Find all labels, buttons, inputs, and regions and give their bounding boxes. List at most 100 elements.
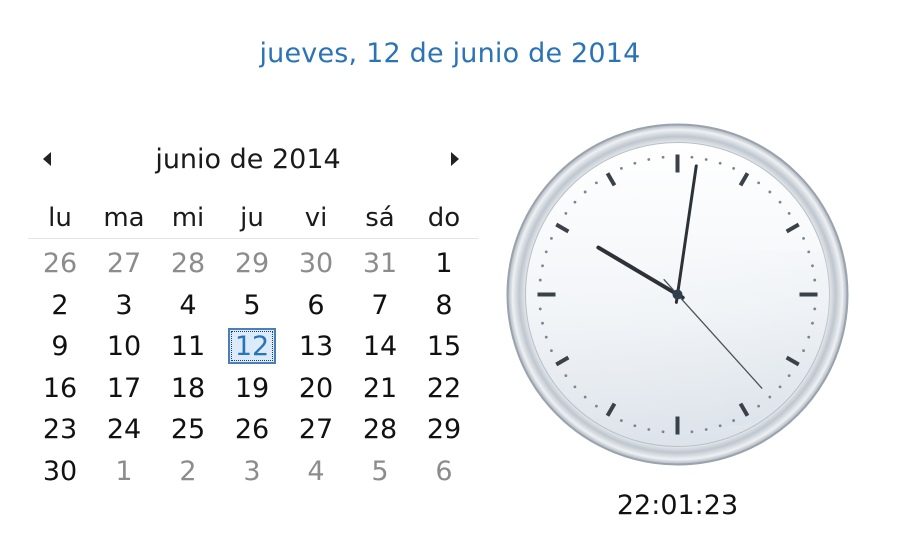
minute-dot xyxy=(732,419,736,422)
minute-dot xyxy=(647,428,651,431)
weekday-label: lu xyxy=(48,203,72,233)
minute-dot xyxy=(757,181,761,185)
weekday-label: ju xyxy=(240,203,264,233)
calendar-day[interactable]: 8 xyxy=(412,285,476,327)
calendar-day[interactable]: 22 xyxy=(412,368,476,410)
calendar-day[interactable]: 29 xyxy=(220,243,284,285)
month-calendar: junio de 2014 lu ma mi ju vi sá do 26 27 28 29 30 3… xyxy=(28,140,478,492)
calendar-day[interactable]: 3 xyxy=(92,285,156,327)
minute-dot xyxy=(811,321,814,325)
calendar-day[interactable]: 1 xyxy=(92,451,156,493)
calendar-day[interactable]: 28 xyxy=(348,409,412,451)
calendar-week-row: 23 24 25 26 27 28 29 xyxy=(28,409,478,451)
calendar-day[interactable]: 30 xyxy=(28,451,92,493)
minute-dot xyxy=(807,250,811,254)
calendar-day[interactable]: 13 xyxy=(284,326,348,368)
month-title[interactable]: junio de 2014 xyxy=(28,144,468,175)
calendar-day[interactable]: 21 xyxy=(348,368,412,410)
calendar-day[interactable]: 16 xyxy=(28,368,92,410)
calendar-day[interactable]: 15 xyxy=(412,326,476,368)
calendar-day[interactable]: 31 xyxy=(348,243,412,285)
calendar-day[interactable]: 19 xyxy=(220,368,284,410)
minute-dot xyxy=(787,374,791,378)
calendar-week-row: 30 1 2 3 4 5 6 xyxy=(28,451,478,493)
digital-time: 22:01:23 xyxy=(616,490,739,521)
calendar-day[interactable]: 2 xyxy=(28,285,92,327)
calendar-day[interactable]: 20 xyxy=(284,368,348,410)
minute-dot xyxy=(661,155,665,159)
minute-dot xyxy=(757,404,761,408)
clock-face xyxy=(506,123,849,466)
calendar-day[interactable]: 23 xyxy=(28,409,92,451)
minute-dot xyxy=(633,424,637,428)
minute-dot xyxy=(718,424,722,428)
weekday-header-row: lu ma mi ju vi sá do xyxy=(28,198,478,239)
minute-dot xyxy=(619,167,623,170)
calendar-day[interactable]: 26 xyxy=(220,409,284,451)
minute-dot xyxy=(813,278,817,282)
calendar-day[interactable]: 25 xyxy=(156,409,220,451)
calendar-day[interactable]: 4 xyxy=(284,451,348,493)
calendar-day-today[interactable]: 12 xyxy=(220,326,284,368)
calendar-day[interactable]: 10 xyxy=(92,326,156,368)
calendar-day[interactable]: 9 xyxy=(28,326,92,368)
calendar-day[interactable]: 7 xyxy=(348,285,412,327)
minute-dot xyxy=(732,167,736,170)
calendar-day[interactable]: 5 xyxy=(348,451,412,493)
calendar-grid: 26 27 28 29 30 31 1 2 3 4 5 6 7 8 9 10 11 12 13 14 15 16 17 18 1… xyxy=(28,243,478,492)
weekday-label: sá xyxy=(365,203,395,233)
minute-dot xyxy=(594,181,598,185)
calendar-day[interactable]: 28 xyxy=(156,243,220,285)
minute-dot xyxy=(633,161,637,165)
calendar-day[interactable]: 29 xyxy=(412,409,476,451)
minute-dot xyxy=(768,190,772,194)
minute-dot xyxy=(647,158,651,161)
minute-dot xyxy=(661,430,665,434)
center-pin xyxy=(672,289,683,300)
long-date-link[interactable]: jueves, 12 de junio de 2014 xyxy=(0,38,900,69)
weekday-label: mi xyxy=(171,203,205,233)
calendar-day[interactable]: 17 xyxy=(92,368,156,410)
calendar-day[interactable]: 4 xyxy=(156,285,220,327)
minute-dot xyxy=(778,200,782,204)
minute-dot xyxy=(704,428,708,431)
minute-dot xyxy=(538,307,542,311)
calendar-day[interactable]: 2 xyxy=(156,451,220,493)
minute-dot xyxy=(544,250,548,254)
minute-dot xyxy=(619,419,623,422)
minute-dot xyxy=(807,335,811,339)
calendar-day[interactable]: 30 xyxy=(284,243,348,285)
calendar-day[interactable]: 3 xyxy=(220,451,284,493)
minute-dot xyxy=(583,190,587,194)
calendar-day[interactable]: 26 xyxy=(28,243,92,285)
minute-dot xyxy=(704,158,708,161)
minute-dot xyxy=(573,200,577,204)
calendar-day[interactable]: 27 xyxy=(92,243,156,285)
calendar-day[interactable]: 1 xyxy=(412,243,476,285)
minute-dot xyxy=(811,264,814,268)
calendar-day[interactable]: 27 xyxy=(284,409,348,451)
minute-dot xyxy=(573,385,577,389)
calendar-day[interactable]: 11 xyxy=(156,326,220,368)
minute-dot xyxy=(544,335,548,339)
calendar-day[interactable]: 14 xyxy=(348,326,412,368)
minute-dot xyxy=(768,395,772,399)
calendar-day[interactable]: 6 xyxy=(412,451,476,493)
calendar-day[interactable]: 6 xyxy=(284,285,348,327)
minute-dot xyxy=(690,430,694,434)
minute-dot xyxy=(550,349,553,353)
calendar-week-row: 9 10 11 12 13 14 15 xyxy=(28,326,478,368)
minute-dot xyxy=(538,278,542,282)
triangle-right-icon xyxy=(451,152,459,166)
minute-dot xyxy=(802,349,805,353)
minute-dot xyxy=(802,236,805,240)
minute-dot xyxy=(778,385,782,389)
calendar-day[interactable]: 24 xyxy=(92,409,156,451)
minute-dot xyxy=(550,236,553,240)
calendar-day[interactable]: 18 xyxy=(156,368,220,410)
minute-dot xyxy=(541,321,544,325)
minute-dot xyxy=(564,374,568,378)
minute-dot xyxy=(594,404,598,408)
calendar-day[interactable]: 5 xyxy=(220,285,284,327)
next-month-button[interactable] xyxy=(444,148,466,170)
